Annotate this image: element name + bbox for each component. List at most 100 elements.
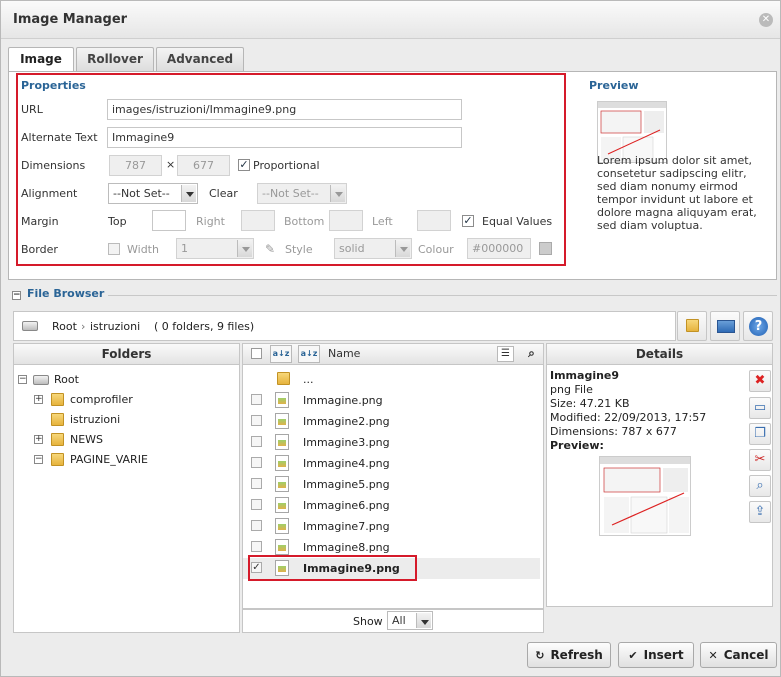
clear-select[interactable]: --Not Set--: [257, 183, 347, 204]
chevron-down-icon: [416, 613, 431, 628]
file-checkbox[interactable]: [251, 394, 262, 405]
border-colour-input[interactable]: #000000: [467, 238, 531, 259]
tree-item-news[interactable]: NEWS: [70, 432, 103, 448]
close-icon[interactable]: ✕: [759, 13, 773, 27]
expand-news-icon[interactable]: +: [34, 435, 43, 444]
folder-icon: [51, 453, 64, 466]
collapse-root-icon[interactable]: −: [18, 375, 27, 384]
colour-picker-icon[interactable]: [539, 242, 552, 255]
border-width-select[interactable]: 1: [176, 238, 254, 259]
image-file-icon: [275, 539, 289, 555]
proportional-label: Proportional: [253, 159, 320, 172]
border-checkbox[interactable]: [108, 243, 120, 255]
binoculars-icon[interactable]: ⌕: [523, 346, 540, 362]
file-row[interactable]: Immagine7.png: [243, 516, 540, 537]
equal-values-checkbox[interactable]: ✓: [462, 215, 474, 227]
margin-label: Margin: [21, 215, 59, 228]
tree-item-comprofiler[interactable]: comprofiler: [70, 392, 133, 408]
chevron-down-icon: [237, 240, 252, 257]
file-name: Immagine6.png: [303, 499, 390, 512]
tab-image[interactable]: Image: [8, 47, 74, 73]
parent-folder-row[interactable]: ...: [243, 369, 540, 390]
file-browser-title-text: File Browser: [27, 287, 105, 300]
view-button[interactable]: ⌕: [749, 475, 771, 497]
magnifier-icon: ⌕: [756, 478, 764, 493]
folder-icon: [51, 393, 64, 406]
width-input[interactable]: 787: [109, 155, 162, 176]
file-checkbox[interactable]: [251, 457, 262, 468]
margin-top-input[interactable]: [152, 210, 186, 231]
check-icon: ✔: [628, 649, 638, 662]
margin-left-input[interactable]: [417, 210, 451, 231]
sort-extension-icon[interactable]: a↓z: [270, 345, 292, 363]
image-file-icon: [275, 476, 289, 492]
cut-button[interactable]: ✂: [749, 449, 771, 471]
tree-item-pagine-varie[interactable]: PAGINE_VARIE: [70, 452, 148, 468]
file-checkbox[interactable]: [251, 436, 262, 447]
alignment-select[interactable]: --Not Set--: [108, 183, 198, 204]
folder-icon: [51, 413, 64, 426]
url-input[interactable]: images/istruzioni/Immagine9.png: [107, 99, 462, 120]
proportional-checkbox[interactable]: ✓: [238, 159, 250, 171]
border-style-select[interactable]: solid: [334, 238, 412, 259]
height-input[interactable]: 677: [177, 155, 230, 176]
refresh-button[interactable]: ↻ Refresh: [527, 642, 611, 668]
file-checkbox[interactable]: [251, 499, 262, 510]
alignment-select-value: --Not Set--: [113, 187, 170, 200]
show-select[interactable]: All: [387, 611, 433, 630]
sort-name-icon[interactable]: a↓z: [298, 345, 320, 363]
file-row[interactable]: Immagine4.png: [243, 453, 540, 474]
refresh-label: Refresh: [550, 648, 603, 662]
upload-button[interactable]: [710, 311, 740, 341]
file-checkbox[interactable]: [251, 520, 262, 531]
image-manager-dialog: Image Manager ✕ Image Rollover Advanced …: [0, 0, 781, 677]
select-all-checkbox[interactable]: [251, 348, 262, 359]
file-row[interactable]: Immagine3.png: [243, 432, 540, 453]
file-name: Immagine8.png: [303, 541, 390, 554]
collapse-pagine-varie-icon[interactable]: −: [34, 455, 43, 464]
tab-advanced[interactable]: Advanced: [156, 47, 244, 72]
file-checkbox[interactable]: [251, 478, 262, 489]
path-folder[interactable]: istruzioni: [90, 320, 140, 333]
image-file-icon: [275, 455, 289, 471]
close-icon: ✕: [708, 649, 718, 662]
border-style-value: solid: [339, 242, 365, 255]
margin-bottom-label: Bottom: [284, 215, 325, 228]
file-checkbox[interactable]: [251, 415, 262, 426]
cancel-button[interactable]: ✕ Cancel: [700, 642, 777, 668]
delete-button[interactable]: ✖: [749, 370, 771, 392]
image-file-icon: [275, 518, 289, 534]
margin-right-input[interactable]: [241, 210, 275, 231]
file-row[interactable]: Immagine.png: [243, 390, 540, 411]
file-row[interactable]: Immagine5.png: [243, 474, 540, 495]
dimensions-times: ×: [166, 158, 176, 171]
show-label: Show: [353, 615, 383, 628]
insert-file-icon: ⇪: [754, 504, 766, 519]
upload-icon: [717, 320, 735, 333]
file-row[interactable]: Immagine6.png: [243, 495, 540, 516]
alt-text-input[interactable]: Immagine9: [107, 127, 462, 148]
up-folder-icon: [277, 372, 290, 385]
tab-rollover[interactable]: Rollover: [76, 47, 154, 72]
copy-icon: ❐: [754, 426, 766, 441]
details-preview-thumbnail: [599, 456, 691, 536]
file-row[interactable]: Immagine2.png: [243, 411, 540, 432]
margin-bottom-input[interactable]: [329, 210, 363, 231]
expand-comprofiler-icon[interactable]: +: [34, 395, 43, 404]
folders-panel: [13, 343, 240, 633]
file-browser-title: − File Browser: [8, 287, 109, 300]
name-column-header[interactable]: Name: [328, 344, 360, 364]
collapse-icon[interactable]: −: [12, 291, 21, 300]
tree-item-root[interactable]: Root: [54, 372, 79, 388]
new-folder-button[interactable]: [677, 311, 707, 341]
copy-button[interactable]: ❐: [749, 423, 771, 445]
list-view-icon[interactable]: ☰: [497, 346, 514, 362]
insert-button[interactable]: ✔ Insert: [618, 642, 694, 668]
file-name: Immagine.png: [303, 394, 383, 407]
help-button[interactable]: ?: [743, 311, 773, 341]
rename-button[interactable]: ▭: [749, 397, 771, 419]
tree-item-istruzioni[interactable]: istruzioni: [70, 412, 120, 428]
insert-file-button[interactable]: ⇪: [749, 501, 771, 523]
file-checkbox[interactable]: [251, 541, 262, 552]
path-root[interactable]: Root: [52, 320, 77, 333]
